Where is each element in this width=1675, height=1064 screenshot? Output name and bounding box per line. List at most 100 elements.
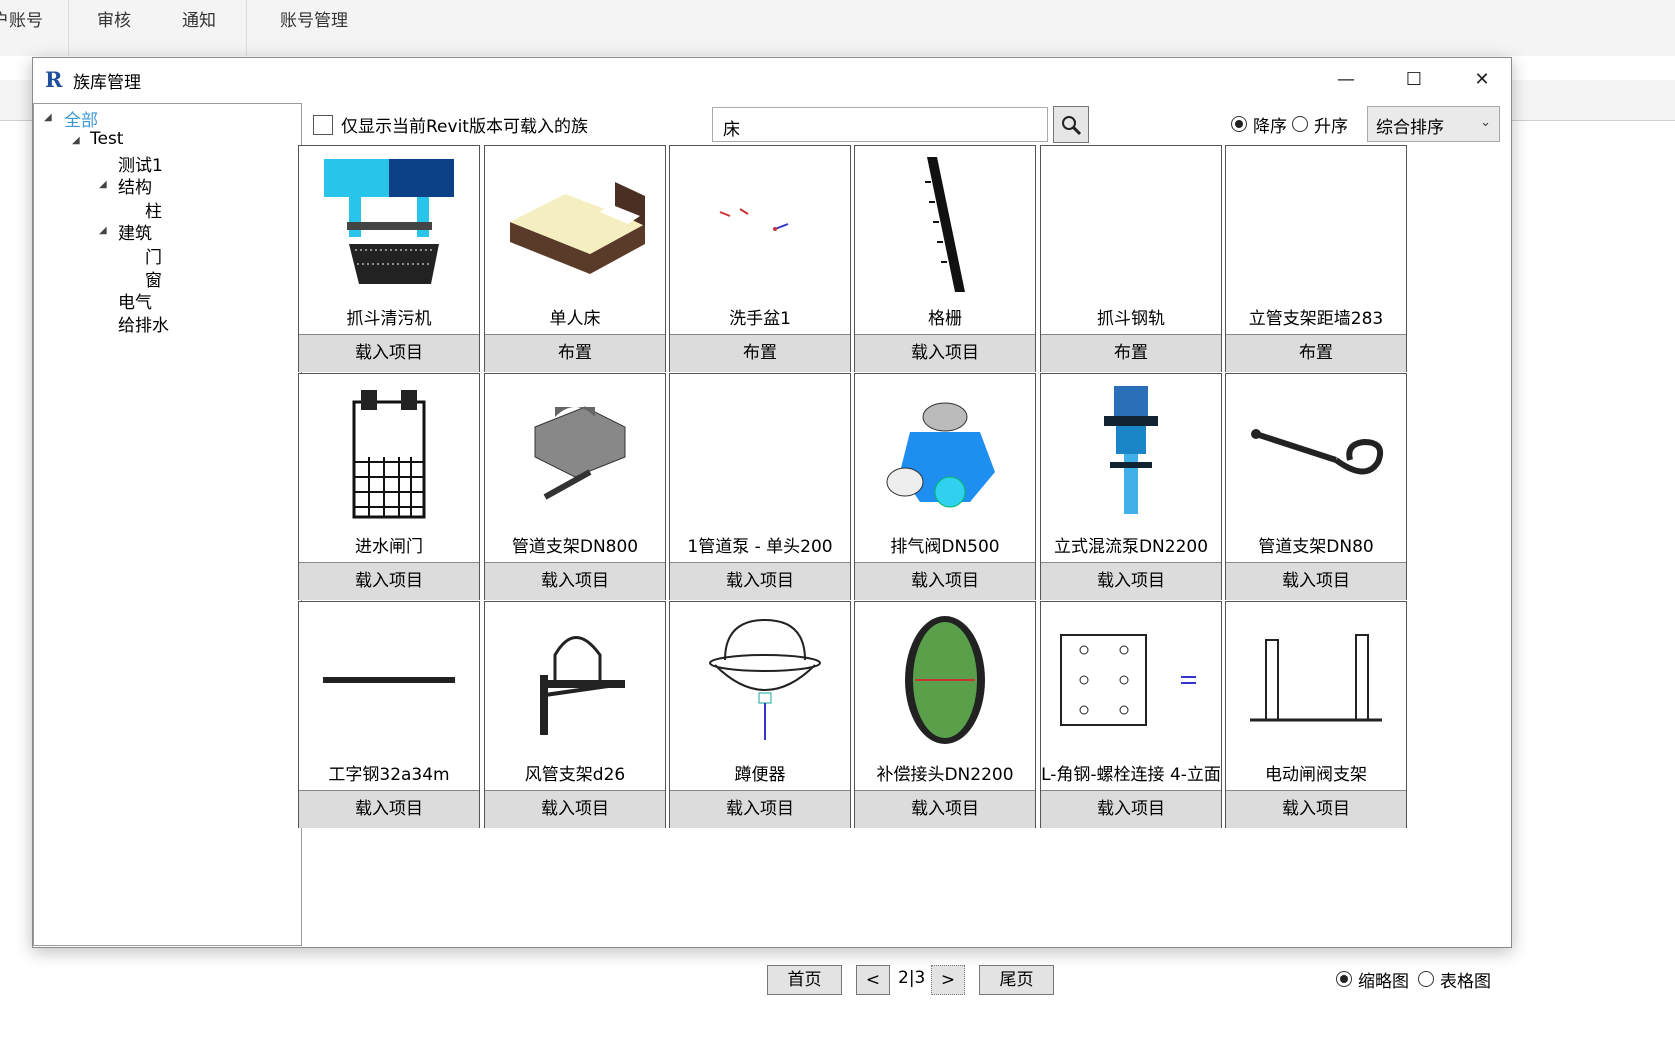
sort-select-value: 综合排序 (1376, 118, 1444, 138)
chevron-down-icon: ⌄ (1480, 115, 1491, 130)
family-card-action-button[interactable]: 载入项目 (299, 790, 479, 828)
next-page-button[interactable]: > (931, 965, 965, 995)
angle-bolt-plate-thumbnail-icon (1041, 602, 1221, 758)
topbar-divider (68, 0, 69, 56)
revit-version-filter-label: 仅显示当前Revit版本可载入的族 (341, 117, 588, 137)
minimize-button[interactable]: — (1323, 64, 1369, 94)
prev-page-button[interactable]: < (856, 965, 890, 995)
sort-asc-label: 升序 (1314, 117, 1348, 137)
family-card-name: L-角钢-螺栓连接 4-立面 (1041, 765, 1221, 784)
category-tree: ◢ 全部 ◢ Test 测试1 ◢ 结构 柱 ◢ 建筑 门 窗 电气 给排水 (33, 103, 302, 946)
i-beam-thumbnail-icon (299, 602, 479, 758)
valve-bracket-thumbnail-icon (1226, 602, 1406, 758)
family-card[interactable]: 抓斗钢轨 布置 (1040, 145, 1222, 372)
tree-item-plumbing[interactable]: 给排水 (118, 311, 169, 336)
collapse-triangle-icon[interactable]: ◢ (44, 112, 52, 123)
family-card-action-button[interactable]: 布置 (485, 334, 665, 372)
washbasin-symbols-thumbnail-icon (670, 146, 850, 302)
family-card[interactable]: 蹲便器 载入项目 (669, 601, 851, 828)
family-card-action-button[interactable]: 载入项目 (1226, 562, 1406, 600)
family-card[interactable]: 电动闸阀支架载入项目 (1225, 601, 1407, 828)
tree-item-door[interactable]: 门 (145, 243, 162, 268)
family-card[interactable]: 工字钢32a34m 载入项目 (298, 601, 480, 828)
family-card[interactable]: 洗手盆1 布置 (669, 145, 851, 372)
family-card[interactable]: 管道支架DN80 载入项目 (1225, 373, 1407, 600)
last-page-button[interactable]: 尾页 (979, 965, 1054, 995)
duct-support-thumbnail-icon (485, 602, 665, 758)
tree-item-electrical[interactable]: 电气 (118, 288, 152, 313)
tree-item-architecture[interactable]: 建筑 (118, 219, 152, 244)
collapse-triangle-icon[interactable]: ◢ (72, 135, 80, 146)
inlet-gate-thumbnail-icon (299, 374, 479, 530)
family-card-name: 进水闸门 (355, 537, 423, 556)
family-card[interactable]: 进水闸门 载入项目 (298, 373, 480, 600)
thumbnail-view-radio[interactable] (1336, 971, 1352, 987)
family-card[interactable]: 立式混流泵DN2200 载入项目 (1040, 373, 1222, 600)
dialog-titlebar: R 族库管理 — ☐ ✕ (33, 58, 1511, 100)
topbar-item-notice[interactable]: 通知 (182, 6, 216, 31)
maximize-button[interactable]: ☐ (1391, 64, 1437, 94)
family-card-action-button[interactable]: 载入项目 (855, 334, 1035, 372)
family-card[interactable]: 抓斗清污机 载入项目 (298, 145, 480, 372)
squat-toilet-thumbnail-icon (670, 602, 850, 758)
family-card-name: 立管支架距墙283 (1248, 309, 1384, 328)
family-card-action-button[interactable]: 布置 (1226, 334, 1406, 372)
family-card-action-button[interactable]: 布置 (1041, 334, 1221, 372)
search-button[interactable] (1053, 106, 1089, 143)
collapse-triangle-icon[interactable]: ◢ (99, 179, 107, 190)
topbar-item-account-management[interactable]: 账号管理 (280, 6, 348, 31)
table-view-label: 表格图 (1440, 972, 1491, 992)
family-card-action-button[interactable]: 载入项目 (485, 562, 665, 600)
family-card[interactable]: 立管支架距墙283 布置 (1225, 145, 1407, 372)
family-card[interactable]: 格栅 载入项目 (854, 145, 1036, 372)
family-card-name: 单人床 (549, 309, 601, 328)
family-card-action-button[interactable]: 载入项目 (299, 334, 479, 372)
tree-item-test[interactable]: Test (90, 129, 123, 149)
collapse-triangle-icon[interactable]: ◢ (99, 225, 107, 236)
topbar-item-review[interactable]: 审核 (97, 6, 131, 31)
family-card-name: 电动闸阀支架 (1265, 765, 1367, 784)
family-card[interactable]: L-角钢-螺栓连接 4-立面载入项目 (1040, 601, 1222, 828)
sort-desc-radio[interactable] (1231, 116, 1247, 132)
family-card[interactable]: 补偿接头DN2200 载入项目 (854, 601, 1036, 828)
family-card-action-button[interactable]: 载入项目 (299, 562, 479, 600)
family-card-action-button[interactable]: 载入项目 (855, 562, 1035, 600)
empty-thumbnail-icon (1226, 146, 1406, 302)
thumbnail-view-label: 缩略图 (1358, 972, 1409, 992)
dialog-title: 族库管理 (73, 73, 141, 93)
family-card-action-button[interactable]: 布置 (670, 334, 850, 372)
background-topbar: 户账号 审核 通知 账号管理 (0, 0, 1675, 56)
family-card-action-button[interactable]: 载入项目 (1041, 790, 1221, 828)
family-card-name: 立式混流泵DN2200 (1053, 537, 1209, 556)
table-view-radio[interactable] (1418, 971, 1434, 987)
search-input[interactable]: 床 (712, 107, 1048, 142)
family-card-name: 风管支架d26 (524, 765, 626, 784)
topbar-item-account[interactable]: 户账号 (0, 6, 43, 31)
family-card-name: 管道支架DN80 (1258, 537, 1374, 556)
family-card-name: 格栅 (928, 309, 962, 328)
revit-logo-icon: R (45, 67, 63, 92)
revit-version-filter-checkbox[interactable] (313, 115, 333, 135)
family-card-action-button[interactable]: 载入项目 (670, 790, 850, 828)
sort-asc-radio[interactable] (1292, 116, 1308, 132)
family-card-action-button[interactable]: 载入项目 (1041, 562, 1221, 600)
family-card[interactable]: 单人床 布置 (484, 145, 666, 372)
family-card-action-button[interactable]: 载入项目 (1226, 790, 1406, 828)
family-card-name: 抓斗钢轨 (1097, 309, 1165, 328)
vertical-pump-thumbnail-icon (1041, 374, 1221, 530)
tree-item-all[interactable]: 全部 (64, 106, 98, 131)
family-card-action-button[interactable]: 载入项目 (670, 562, 850, 600)
family-card-action-button[interactable]: 载入项目 (855, 790, 1035, 828)
family-card-action-button[interactable]: 载入项目 (485, 790, 665, 828)
sort-select[interactable]: 综合排序 ⌄ (1367, 106, 1500, 142)
close-button[interactable]: ✕ (1459, 64, 1505, 94)
family-card[interactable]: 排气阀DN500 载入项目 (854, 373, 1036, 600)
family-card[interactable]: 风管支架d26 载入项目 (484, 601, 666, 828)
first-page-button[interactable]: 首页 (767, 965, 842, 995)
tree-item-structure[interactable]: 结构 (118, 173, 152, 198)
page-indicator: 2|3 (898, 968, 926, 988)
family-card[interactable]: 1管道泵 - 单头200 载入项目 (669, 373, 851, 600)
family-card[interactable]: 管道支架DN800 载入项目 (484, 373, 666, 600)
search-icon (1062, 115, 1082, 135)
sort-desc-label: 降序 (1253, 117, 1287, 137)
